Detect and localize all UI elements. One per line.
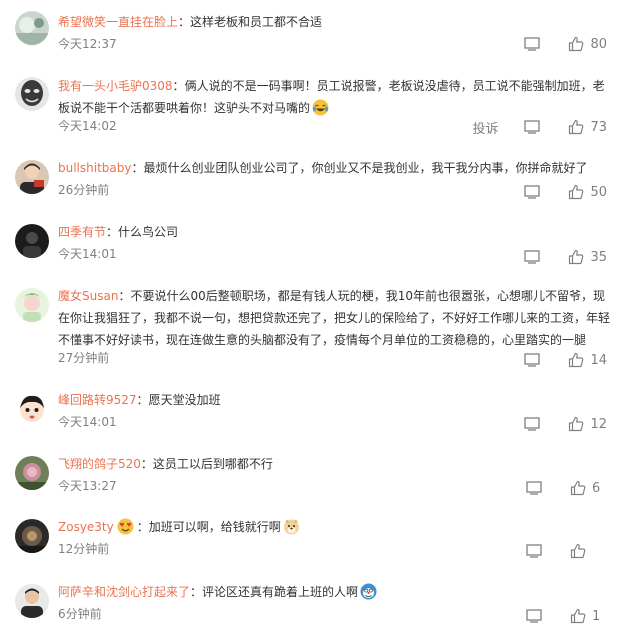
user-avatar[interactable] — [15, 160, 49, 194]
heart-eyes-emoji — [117, 518, 134, 535]
thumbs-up-icon — [569, 184, 584, 200]
reply-icon[interactable] — [524, 185, 541, 199]
like-button[interactable]: 73 — [568, 119, 607, 135]
thumbs-up-icon — [570, 543, 586, 559]
reply-icon[interactable] — [526, 609, 542, 623]
comment-username[interactable]: 飞翔的鸽子520 — [58, 457, 141, 471]
comment-time: 今天12:37 — [58, 37, 117, 51]
comment-text: 最烦什么创业团队创业公司了，你创业又不是我创业，我干我分内事，你拼命就好了 — [143, 161, 588, 175]
reply-icon[interactable] — [524, 250, 541, 264]
like-count: 35 — [590, 249, 607, 265]
comment-time: 今天14:01 — [58, 415, 117, 429]
like-count: 50 — [590, 184, 607, 200]
comment-text: 什么鸟公司 — [118, 225, 179, 239]
like-count: 73 — [590, 119, 607, 135]
user-avatar[interactable] — [15, 519, 49, 553]
comment-username[interactable]: 魔女Susan — [58, 289, 118, 303]
user-avatar[interactable] — [15, 11, 49, 45]
comment-text: 这员工以后到哪都不行 — [152, 457, 273, 471]
report-button[interactable]: 投诉 — [472, 118, 498, 137]
comment-list: 希望微笑一直挂在脸上：这样老板和员工都不合适 今天12:37 80 我有一头小毛… — [0, 0, 623, 644]
like-count: 80 — [590, 36, 607, 52]
comment-username[interactable]: 我有一头小毛驴0308 — [58, 79, 173, 93]
comment-username[interactable]: 阿萨辛和沈剑心打起来了 — [58, 585, 190, 599]
like-count: 6 — [592, 480, 601, 496]
like-button[interactable]: 35 — [568, 249, 607, 265]
user-avatar[interactable] — [15, 288, 49, 322]
comment-username[interactable]: 峰回路转9527 — [58, 393, 137, 407]
thumbs-up-icon — [569, 119, 584, 135]
comment-text: 加班可以啊，给钱就行啊 — [148, 520, 281, 534]
reply-icon[interactable] — [524, 417, 541, 431]
comment-time: 26分钟前 — [58, 183, 110, 197]
comment-text: 愿天堂没加班 — [148, 393, 221, 407]
like-count: 1 — [592, 608, 601, 624]
like-button[interactable]: 50 — [568, 184, 607, 200]
like-button[interactable] — [570, 543, 607, 559]
comment-username[interactable]: 希望微笑一直挂在脸上 — [58, 15, 178, 29]
thumbs-up-icon — [569, 249, 584, 265]
reply-icon[interactable] — [526, 544, 542, 558]
thumbs-up-icon — [569, 36, 584, 52]
reply-icon[interactable] — [526, 481, 542, 495]
reply-icon[interactable] — [524, 353, 541, 367]
comment-username[interactable]: Zosye3ty — [58, 520, 114, 534]
doge-blue-emoji — [360, 583, 377, 600]
like-button[interactable]: 12 — [568, 416, 607, 432]
user-avatar[interactable] — [15, 77, 49, 111]
like-count: 12 — [590, 416, 607, 432]
thumbs-up-icon — [569, 416, 584, 432]
user-avatar[interactable] — [15, 584, 49, 618]
like-button[interactable]: 14 — [568, 352, 607, 368]
user-avatar[interactable] — [15, 224, 49, 258]
like-button[interactable]: 80 — [568, 36, 607, 52]
comment-text: 这样老板和员工都不合适 — [190, 15, 323, 29]
user-avatar[interactable] — [15, 392, 49, 426]
thumbs-up-icon — [570, 480, 586, 496]
comment-text: 评论区还真有跪着上班的人啊 — [202, 585, 359, 599]
comment-time: 今天13:27 — [58, 479, 117, 493]
reply-icon[interactable] — [524, 120, 541, 134]
doge-emoji — [283, 518, 300, 535]
comment-time: 6分钟前 — [58, 607, 102, 621]
comment-username[interactable]: 四季有节 — [58, 225, 106, 239]
thumbs-up-icon — [570, 608, 586, 624]
like-button[interactable]: 1 — [570, 608, 607, 624]
laugh-cry-emoji — [312, 99, 329, 116]
like-button[interactable]: 6 — [570, 480, 607, 496]
comment-text: 不要说什么00后整顿职场，都是有钱人玩的梗，我10年前也很嚣张，心想哪儿不留爷，… — [58, 289, 611, 347]
reply-icon[interactable] — [524, 37, 541, 51]
comment-time: 27分钟前 — [58, 351, 110, 365]
comment-time: 12分钟前 — [58, 542, 110, 556]
comment-time: 今天14:02 — [58, 119, 117, 133]
thumbs-up-icon — [569, 352, 584, 368]
comment-username[interactable]: bullshitbaby — [58, 161, 131, 175]
like-count: 14 — [590, 352, 607, 368]
comment-time: 今天14:01 — [58, 247, 117, 261]
user-avatar[interactable] — [15, 456, 49, 490]
